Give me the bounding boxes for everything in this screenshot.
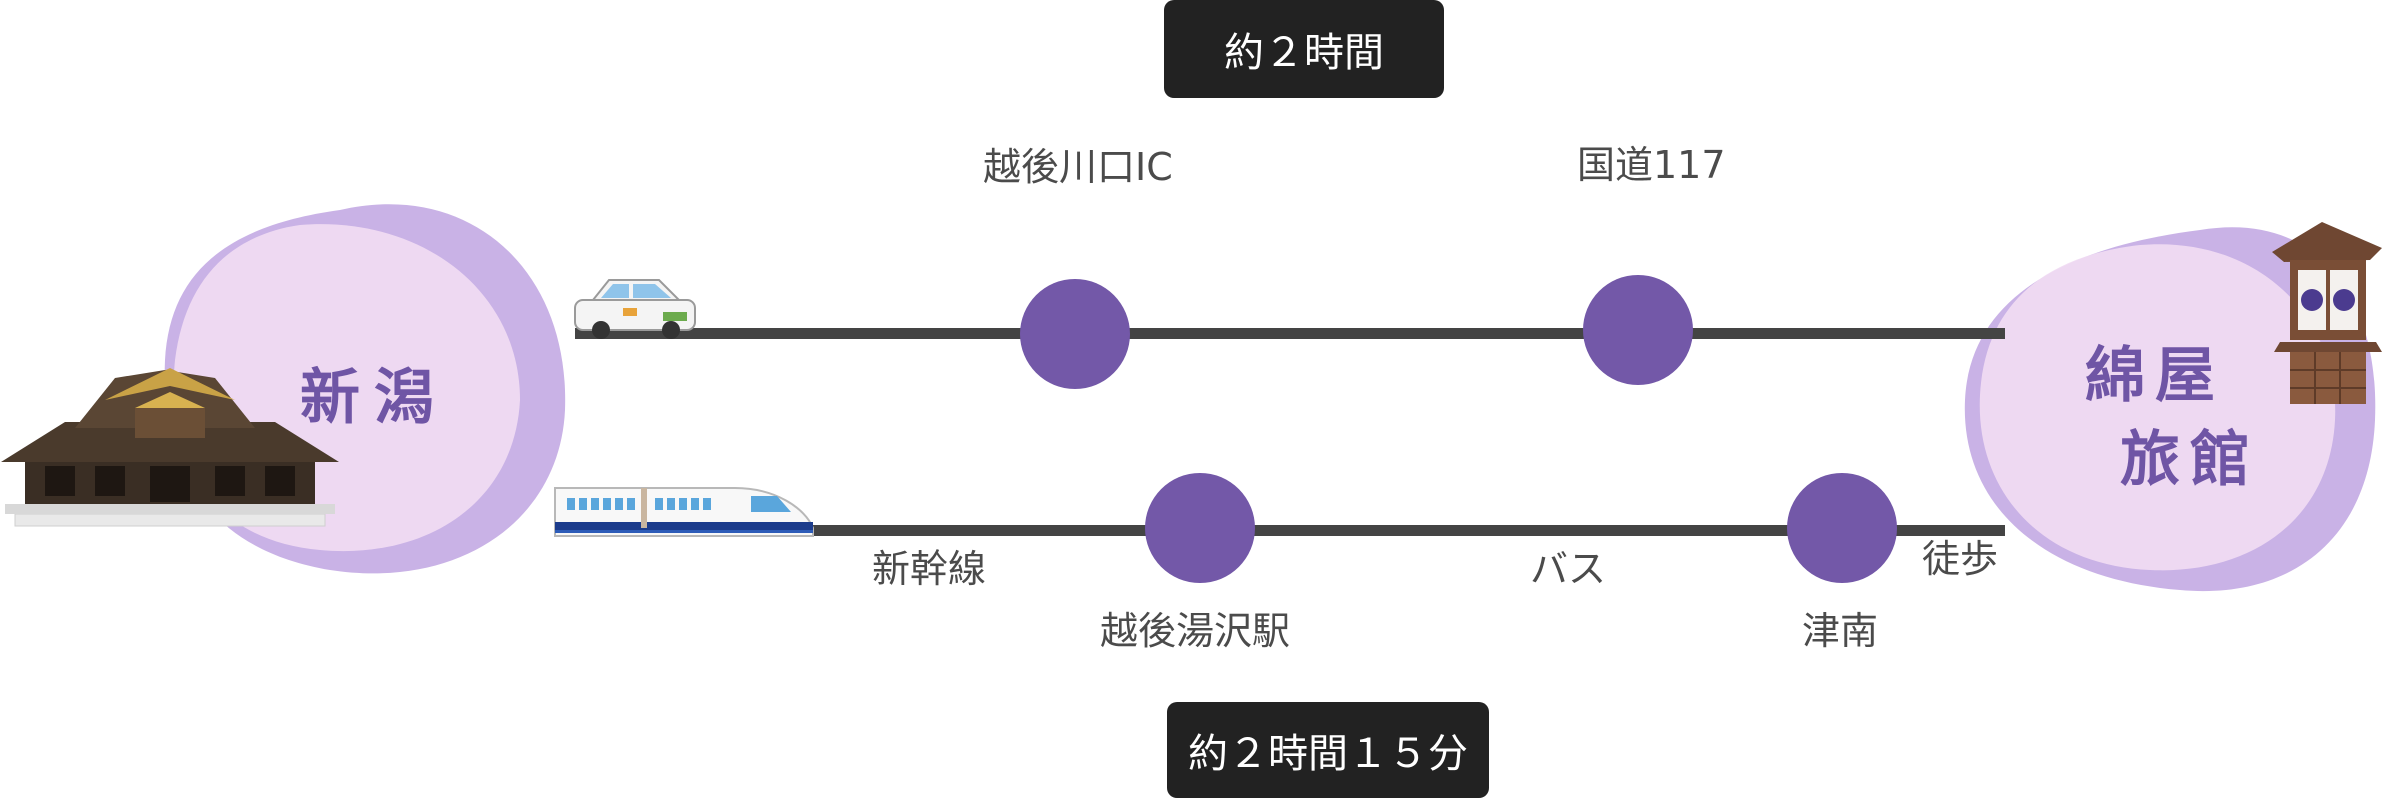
car-route-line (575, 328, 2005, 339)
origin-name: 新潟 (300, 363, 448, 433)
stop-node-route-117 (1583, 275, 1693, 385)
destination-name-line1: 綿屋 (2085, 341, 2225, 411)
stop-node-tsunan (1787, 473, 1897, 583)
stop-label-route-117: 国道117 (1577, 143, 1726, 187)
route-diagram-canvas: 新潟 綿屋 旅館 (1, 204, 2382, 592)
route-diagram: 新潟 綿屋 旅館 約２時間 約２時間１５分 越後川口IC 国道117 新幹線 バ… (0, 0, 2398, 798)
segment-label-walk: 徒歩 (1922, 537, 1999, 581)
stop-label-echigo-kawaguchi: 越後川口IC (983, 145, 1173, 189)
stop-label-echigo-yuzawa: 越後湯沢駅 (1100, 609, 1291, 653)
segment-label-shinkansen: 新幹線 (872, 547, 987, 591)
taxi-icon (574, 279, 696, 339)
car-duration-badge: 約２時間 (1164, 0, 1444, 98)
shinkansen-icon (554, 487, 814, 537)
stop-label-tsunan: 津南 (1802, 609, 1879, 653)
train-duration-badge: 約２時間１５分 (1167, 702, 1489, 798)
destination-name-line2: 旅館 (2120, 425, 2260, 495)
segment-label-bus: バス (1530, 547, 1607, 591)
stop-node-echigo-yuzawa (1145, 473, 1255, 583)
stop-node-echigo-kawaguchi (1020, 279, 1130, 389)
